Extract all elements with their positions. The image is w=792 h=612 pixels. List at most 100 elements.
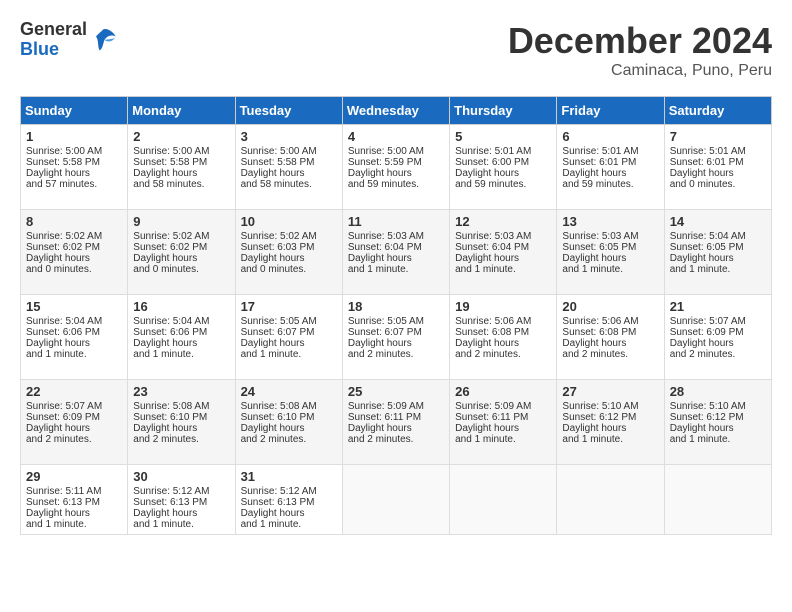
daylight-value: and 1 minute. xyxy=(26,519,87,530)
calendar-cell: 31Sunrise: 5:12 AMSunset: 6:13 PMDayligh… xyxy=(235,465,342,535)
sunset-text: Sunset: 6:10 PM xyxy=(133,412,207,423)
calendar-cell xyxy=(557,465,664,535)
daylight-label: Daylight hours xyxy=(26,338,90,349)
daylight-label: Daylight hours xyxy=(133,168,197,179)
sunset-text: Sunset: 6:10 PM xyxy=(241,412,315,423)
calendar-cell: 19Sunrise: 5:06 AMSunset: 6:08 PMDayligh… xyxy=(450,295,557,380)
day-number: 13 xyxy=(562,214,658,229)
calendar-cell: 2Sunrise: 5:00 AMSunset: 5:58 PMDaylight… xyxy=(128,125,235,210)
daylight-value: and 2 minutes. xyxy=(455,349,521,360)
sunrise-text: Sunrise: 5:04 AM xyxy=(670,231,746,242)
calendar-cell: 9Sunrise: 5:02 AMSunset: 6:02 PMDaylight… xyxy=(128,210,235,295)
sunset-text: Sunset: 5:58 PM xyxy=(26,157,100,168)
calendar-cell: 30Sunrise: 5:12 AMSunset: 6:13 PMDayligh… xyxy=(128,465,235,535)
day-number: 8 xyxy=(26,214,122,229)
daylight-value: and 0 minutes. xyxy=(241,264,307,275)
calendar-cell: 11Sunrise: 5:03 AMSunset: 6:04 PMDayligh… xyxy=(342,210,449,295)
daylight-label: Daylight hours xyxy=(133,508,197,519)
day-number: 31 xyxy=(241,469,337,484)
sunset-text: Sunset: 5:58 PM xyxy=(241,157,315,168)
sunrise-text: Sunrise: 5:04 AM xyxy=(26,316,102,327)
day-number: 27 xyxy=(562,384,658,399)
sunrise-text: Sunrise: 5:07 AM xyxy=(26,401,102,412)
sunrise-text: Sunrise: 5:12 AM xyxy=(241,486,317,497)
calendar-cell: 6Sunrise: 5:01 AMSunset: 6:01 PMDaylight… xyxy=(557,125,664,210)
day-number: 7 xyxy=(670,129,766,144)
sunset-text: Sunset: 6:01 PM xyxy=(670,157,744,168)
daylight-label: Daylight hours xyxy=(562,423,626,434)
sunset-text: Sunset: 5:58 PM xyxy=(133,157,207,168)
daylight-value: and 1 minute. xyxy=(133,519,194,530)
sunset-text: Sunset: 6:11 PM xyxy=(348,412,421,423)
sunset-text: Sunset: 6:06 PM xyxy=(133,327,207,338)
calendar-week-row: 15 Sunrise: 5:04 AM Sunset: 6:06 PM Dayligh… xyxy=(21,295,772,380)
sunrise-text: Sunrise: 5:06 AM xyxy=(455,316,531,327)
calendar-cell: 29Sunrise: 5:11 AMSunset: 6:13 PMDayligh… xyxy=(21,465,128,535)
sunrise-text: Sunrise: 5:02 AM xyxy=(26,231,102,242)
daylight-label: Daylight hours xyxy=(348,423,412,434)
sunset-text: Sunset: 6:02 PM xyxy=(26,242,100,253)
calendar-week-row: 1Sunrise: 5:00 AMSunset: 5:58 PMDaylight… xyxy=(21,125,772,210)
calendar-cell: 27Sunrise: 5:10 AMSunset: 6:12 PMDayligh… xyxy=(557,380,664,465)
sunrise-text: Sunrise: 5:10 AM xyxy=(670,401,746,412)
calendar-cell: 10Sunrise: 5:02 AMSunset: 6:03 PMDayligh… xyxy=(235,210,342,295)
daylight-value: and 58 minutes. xyxy=(133,179,204,190)
sunrise-text: Sunrise: 5:05 AM xyxy=(348,316,424,327)
daylight-label: Daylight hours xyxy=(348,253,412,264)
daylight-label: Daylight hours xyxy=(455,423,519,434)
sunset-text: Sunset: 6:05 PM xyxy=(562,242,636,253)
daylight-label: Daylight hours xyxy=(670,338,734,349)
daylight-value: and 1 minute. xyxy=(241,519,302,530)
sunrise-text: Sunrise: 5:00 AM xyxy=(241,146,317,157)
calendar-cell: 7Sunrise: 5:01 AMSunset: 6:01 PMDaylight… xyxy=(664,125,771,210)
daylight-value: and 2 minutes. xyxy=(348,349,414,360)
day-number: 21 xyxy=(670,299,766,314)
daylight-label: Daylight hours xyxy=(670,423,734,434)
daylight-label: Daylight hours xyxy=(670,253,734,264)
sunset-text: Sunset: 6:03 PM xyxy=(241,242,315,253)
calendar-table: SundayMondayTuesdayWednesdayThursdayFrid… xyxy=(20,96,772,535)
sunrise-text: Sunrise: 5:09 AM xyxy=(455,401,531,412)
calendar-header-tuesday: Tuesday xyxy=(235,97,342,125)
daylight-value: and 2 minutes. xyxy=(348,434,414,445)
sunset-text: Sunset: 6:12 PM xyxy=(562,412,636,423)
day-number: 9 xyxy=(133,214,229,229)
sunrise-text: Sunrise: 5:01 AM xyxy=(562,146,638,157)
day-number: 15 xyxy=(26,299,122,314)
sunrise-text: Sunrise: 5:08 AM xyxy=(241,401,317,412)
sunrise-text: Sunrise: 5:01 AM xyxy=(455,146,531,157)
daylight-label: Daylight hours xyxy=(133,423,197,434)
calendar-cell: 13Sunrise: 5:03 AMSunset: 6:05 PMDayligh… xyxy=(557,210,664,295)
daylight-value: and 1 minute. xyxy=(562,434,623,445)
sunrise-text: Sunrise: 5:03 AM xyxy=(455,231,531,242)
daylight-value: and 59 minutes. xyxy=(455,179,526,190)
sunset-text: Sunset: 6:08 PM xyxy=(562,327,636,338)
calendar-header-thursday: Thursday xyxy=(450,97,557,125)
daylight-value: and 2 minutes. xyxy=(562,349,628,360)
title-block: December 2024 Caminaca, Puno, Peru xyxy=(508,20,772,80)
day-number: 6 xyxy=(562,129,658,144)
sunset-text: Sunset: 6:08 PM xyxy=(455,327,529,338)
logo-blue-text: Blue xyxy=(20,40,87,60)
calendar-header-monday: Monday xyxy=(128,97,235,125)
day-number: 19 xyxy=(455,299,551,314)
day-number: 30 xyxy=(133,469,229,484)
day-number: 14 xyxy=(670,214,766,229)
sunrise-text: Sunrise: 5:03 AM xyxy=(562,231,638,242)
daylight-value: and 1 minute. xyxy=(562,264,623,275)
calendar-cell xyxy=(450,465,557,535)
day-number: 18 xyxy=(348,299,444,314)
daylight-value: and 2 minutes. xyxy=(241,434,307,445)
sunset-text: Sunset: 6:11 PM xyxy=(455,412,528,423)
daylight-label: Daylight hours xyxy=(26,168,90,179)
daylight-value: and 58 minutes. xyxy=(241,179,312,190)
daylight-value: and 2 minutes. xyxy=(26,434,92,445)
daylight-label: Daylight hours xyxy=(26,253,90,264)
daylight-label: Daylight hours xyxy=(241,338,305,349)
calendar-cell: 28Sunrise: 5:10 AMSunset: 6:12 PMDayligh… xyxy=(664,380,771,465)
calendar-cell xyxy=(664,465,771,535)
sunset-text: Sunset: 6:09 PM xyxy=(26,412,100,423)
calendar-header-saturday: Saturday xyxy=(664,97,771,125)
daylight-value: and 1 minute. xyxy=(455,434,516,445)
calendar-cell: 5Sunrise: 5:01 AMSunset: 6:00 PMDaylight… xyxy=(450,125,557,210)
